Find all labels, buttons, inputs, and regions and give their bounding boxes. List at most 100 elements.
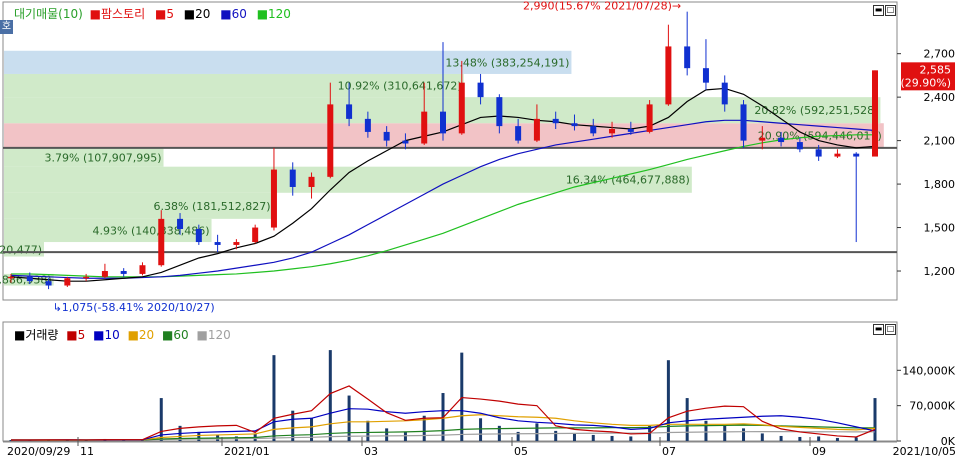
candle-body-2021/03/09 [308,176,315,187]
candle-body-2020/11/24 [83,276,90,279]
price-panel: 1.18% (59,886,938)0.67% (13,020,477)4.93… [0,0,955,314]
volume-bar-2021/06/01 [535,423,539,441]
volume-bar-2021/05/04 [460,352,464,441]
candle-body-2020/10/27 [45,281,52,286]
candle-body-2021/09/01 [778,137,785,143]
candle-body-2021/03/23 [346,104,353,119]
candle-body-2021/08/04 [702,68,709,83]
supply-zone-label-4: 6.38% (181,512,827) [154,200,271,213]
volume-bar-2021/09/22 [835,437,839,441]
supply-zone-label-6: 3.79% (107,907,995) [45,151,162,164]
candle-body-2021/05/11 [477,82,484,98]
x-tick-label-2: 2021/01 [224,445,270,457]
volume-panel-minimize-button[interactable]: ▬ [873,324,884,335]
x-tick-label-6: 09 [812,445,826,457]
candle-body-2020/12/08 [101,271,108,277]
side-toggle-button[interactable]: 호 [0,20,13,34]
candle-body-2021/03/16 [327,104,334,177]
price-tick-label-1500: 1,500 [924,222,956,235]
vlegend-ma5: ■5 [66,328,86,342]
candle-body-2021/03/02 [289,169,296,187]
candle-body-2021/09/22 [834,153,841,157]
volume-bar-2021/09/01 [779,435,783,441]
vlegend-ma120: ■120 [196,328,231,342]
x-tick-label-0: 2020/09/29 [7,445,70,457]
current-price-value: 2,585 [920,63,952,76]
volume-bar-2021/03/16 [328,350,332,441]
candle-body-2021/06/08 [552,118,559,124]
candle-body-2021/06/15 [571,123,578,127]
x-tick-label-4: 05 [514,445,528,457]
candle-body-2021/06/29 [609,129,616,134]
candle-body-2021/02/23 [270,169,277,228]
volume-bar-2021/06/15 [572,433,576,441]
low-annotation: ↳1,075(-58.41% 2020/10/27) [53,301,215,314]
candle-body-2021/01/05 [139,265,146,274]
volume-bar-2021/07/28 [685,398,689,441]
candle-body-2021/02/09 [233,242,240,245]
candle-body-2021/07/28 [684,46,691,69]
vlegend-ma60: ■60 [162,328,189,342]
legend-ma120: ■120 [256,7,291,21]
vlegend-ma10: ■10 [93,328,120,342]
current-price-change: (29.90%) [900,76,951,89]
legend-pamstory: ■팜스토리 [89,7,146,21]
volume-bar-2021/06/22 [591,434,595,441]
volume-bar-2021/04/13 [403,431,407,441]
candle-body-2021/04/20 [421,111,428,144]
candle-body-2021/05/25 [515,126,522,141]
price-tick-label-1200: 1,200 [924,265,956,278]
volume-tick-label-2: 140,000K [902,364,955,377]
price-tick-label-2700: 2,700 [924,48,956,61]
volume-bar-2021/06/08 [554,430,558,441]
supply-zone-label-2: 0.67% (13,020,477) [0,243,42,256]
candle-body-2021/05/04 [458,82,465,134]
candle-body-2021/08/18 [740,104,747,141]
volume-bar-2021/03/23 [347,395,351,441]
candle-body-2021/06/22 [590,126,597,134]
candle-body-2021/10/01 [853,153,860,157]
candle-body-2021/04/27 [440,111,446,134]
candle-body-2020/11/10 [64,278,71,286]
x-tick-label-1: 11 [80,445,94,457]
stock-chart: 1.18% (59,886,938)0.67% (13,020,477)4.93… [0,0,959,458]
volume-legend: ■거래량 ■5 ■10 ■20 ■60 ■120 [14,326,235,343]
price-tick-label-2400: 2,400 [924,91,956,104]
volume-bar-2021/08/11 [723,425,727,441]
x-tick-label-3: 03 [364,445,378,457]
volume-bar-2021/09/15 [817,436,821,441]
candle-body-2021/03/30 [364,118,371,132]
supply-zone-label-8: 20.82% (592,251,528) [754,104,878,117]
candle-body-2021/02/16 [252,227,259,243]
legend-ma5: ■5 [154,7,174,21]
candle-body-2021/09/15 [815,149,822,157]
vlegend-title: ■거래량 [14,328,59,342]
volume-bar-2021/04/06 [385,428,389,441]
price-panel-maximize-button[interactable]: □ [885,5,896,16]
legend-title: 대기매물(10) [14,7,83,21]
x-tick-label-7: 2021/10/05 [893,445,956,457]
vlegend-ma20: ■20 [127,328,155,342]
volume-bar-2021/07/06 [629,436,633,441]
legend-ma60: ■60 [220,7,247,21]
supply-zone-label-10: 13.48% (383,254,191) [445,56,569,69]
volume-bar-2021/01/26 [197,431,201,441]
price-panel-minimize-button[interactable]: ▬ [873,5,884,16]
candle-body-2021/01/26 [195,229,202,243]
candle-body-2020/09/29 [8,276,14,279]
volume-bar-2021/03/02 [291,410,295,441]
high-annotation: 2,990(15.67% 2021/07/28)→ [523,0,681,13]
price-tick-label-1800: 1,800 [924,178,956,191]
candle-body-2021/08/11 [721,82,728,105]
volume-bar-2021/02/23 [272,355,276,441]
volume-bar-2021/10/05 [873,398,877,441]
candle-body-2021/10/05 [872,70,878,157]
candle-body-2021/06/01 [533,118,540,141]
volume-panel-maximize-button[interactable]: □ [885,324,896,335]
candle-body-2021/02/02 [214,242,221,245]
volume-bar-2021/08/18 [742,428,746,441]
volume-bar-2021/05/11 [479,418,483,441]
volume-bar-2021/06/29 [610,435,614,441]
candle-body-2021/05/18 [496,97,503,127]
candle-body-2021/01/19 [177,218,184,229]
